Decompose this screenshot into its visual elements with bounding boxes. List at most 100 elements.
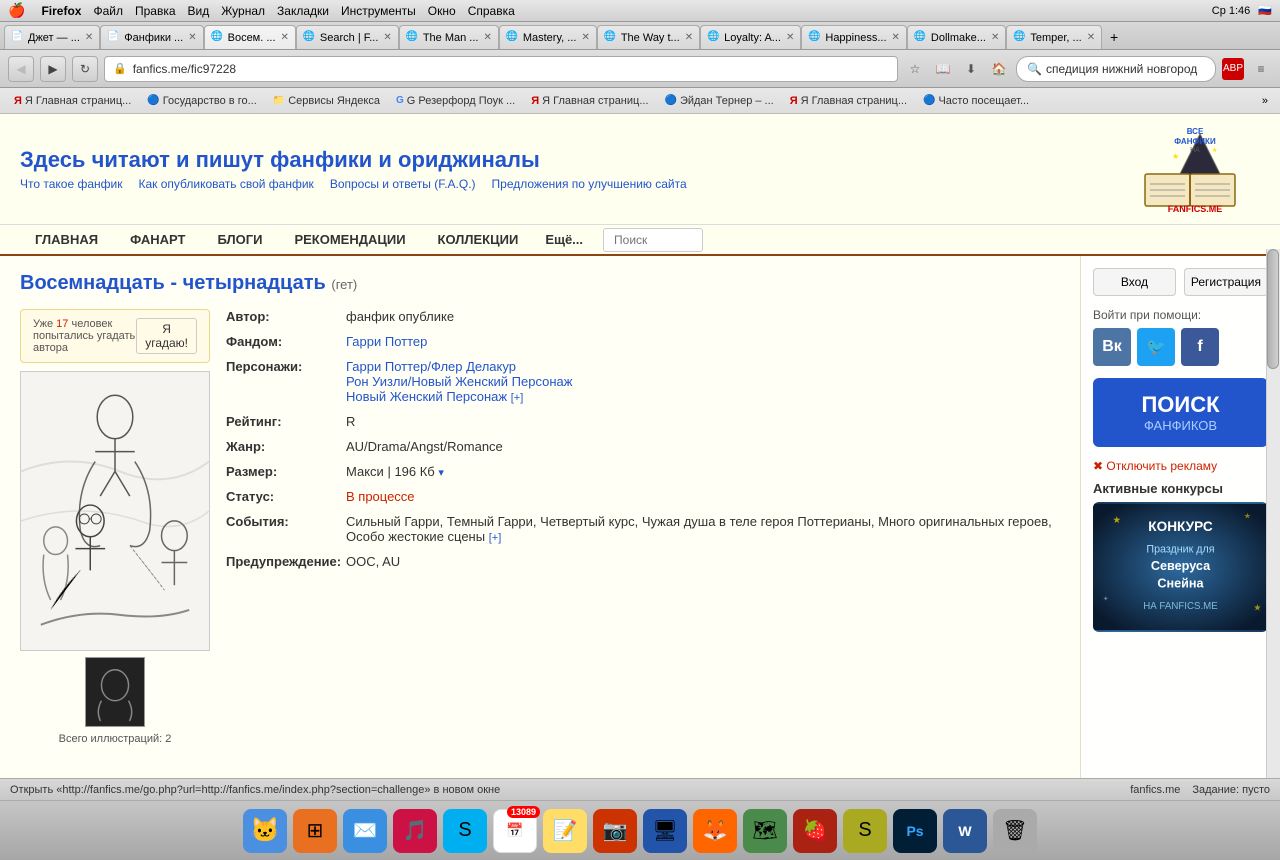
nav-recs[interactable]: РЕКОМЕНДАЦИИ (279, 225, 420, 254)
dock-maps[interactable]: 🗺 (743, 809, 787, 853)
site-search-input[interactable] (603, 228, 703, 252)
tab-7[interactable]: 🌐 The Way t... ✕ (597, 25, 700, 49)
twitter-login-button[interactable]: 🐦 (1137, 328, 1175, 366)
bookmark-2[interactable]: 🔵 Государство в го... (141, 91, 262, 111)
dock-unknown2[interactable]: S (843, 809, 887, 853)
chars-expand-button[interactable]: [+] (511, 392, 524, 404)
menu-tools[interactable]: Инструменты (341, 4, 416, 18)
register-button[interactable]: Регистрация (1184, 268, 1268, 296)
dock-trash[interactable]: 🗑 (993, 809, 1037, 853)
reader-mode-icon[interactable]: 📖 (932, 58, 954, 80)
apple-menu[interactable]: 🍎 (8, 2, 25, 19)
nav-main[interactable]: ГЛАВНАЯ (20, 225, 113, 254)
dock-calendar[interactable]: 📅 13089 (493, 809, 537, 853)
char-link-3[interactable]: Новый Женский Персонаж (346, 389, 507, 404)
tab-5[interactable]: 🌐 The Man ... ✕ (399, 25, 499, 49)
scroll-thumb[interactable] (1267, 249, 1279, 369)
menu-view[interactable]: Вид (188, 4, 210, 18)
tab-close-10[interactable]: ✕ (991, 32, 999, 43)
disable-ads-link[interactable]: ✖ Отключить рекламу (1093, 459, 1268, 473)
tab-close-1[interactable]: ✕ (85, 32, 93, 43)
tab-close-6[interactable]: ✕ (581, 32, 589, 43)
bookmark-7[interactable]: Я Я Главная страниц... (784, 91, 913, 111)
nav-fanart[interactable]: ФАНАРТ (115, 225, 200, 254)
events-expand-button[interactable]: [+] (489, 532, 502, 544)
dock-filezilla[interactable]: 🖥 (643, 809, 687, 853)
reload-button[interactable]: ↻ (72, 56, 98, 82)
bookmark-6[interactable]: 🔵 Эйдан Тернер – ... (659, 91, 780, 111)
site-link-what[interactable]: Что такое фанфик (20, 177, 122, 191)
dock-unknown1[interactable]: 🍓 (793, 809, 837, 853)
bookmark-star-icon[interactable]: ☆ (904, 58, 926, 80)
bookmark-1[interactable]: Я Я Главная страниц... (8, 91, 137, 111)
tab-2[interactable]: 📄 Фанфики ... ✕ (100, 25, 203, 49)
site-link-faq[interactable]: Вопросы и ответы (F.A.Q.) (330, 177, 476, 191)
url-bar[interactable]: 🔒 fanfics.me/fic97228 (104, 56, 898, 82)
back-button[interactable]: ◀ (8, 56, 34, 82)
nav-collections[interactable]: КОЛЛЕКЦИИ (423, 225, 534, 254)
tab-9[interactable]: 🌐 Happiness... ✕ (801, 25, 907, 49)
tab-close-11[interactable]: ✕ (1087, 32, 1095, 43)
tab-close-3[interactable]: ✕ (281, 32, 289, 43)
char-link-1[interactable]: Гарри Поттер/Флер Делакур (346, 359, 516, 374)
home-button[interactable]: 🏠 (988, 58, 1010, 80)
dock-mail[interactable]: ✉️ (343, 809, 387, 853)
dock-skype[interactable]: S (443, 809, 487, 853)
tab-close-7[interactable]: ✕ (685, 32, 693, 43)
menu-help[interactable]: Справка (468, 4, 515, 18)
contest-banner[interactable]: ★ ★ ✦ ★ КОНКУРС Праздник для Северуса Сн… (1093, 502, 1268, 632)
char-link-2[interactable]: Рон Уизли/Новый Женский Персонаж (346, 374, 572, 389)
menu-history[interactable]: Журнал (221, 4, 265, 18)
tab-6[interactable]: 🌐 Mastery, ... ✕ (499, 25, 597, 49)
tab-4[interactable]: 🌐 Search | F... ✕ (296, 25, 399, 49)
tab-11[interactable]: 🌐 Temper, ... ✕ (1006, 25, 1102, 49)
tab-close-4[interactable]: ✕ (383, 32, 391, 43)
author-value: фанфик опублике (346, 309, 1060, 324)
bookmark-5[interactable]: Я Я Главная страниц... (525, 91, 654, 111)
dock-itunes[interactable]: 🎵 (393, 809, 437, 853)
nav-blogs[interactable]: БЛОГИ (202, 225, 277, 254)
menu-icon[interactable]: ≡ (1250, 58, 1272, 80)
size-expand-button[interactable]: ▾ (438, 467, 444, 479)
tab-close-8[interactable]: ✕ (786, 32, 794, 43)
search-bar[interactable]: 🔍 спедиция нижний новгород (1016, 56, 1216, 82)
bookmark-8[interactable]: 🔵 Часто посещает... (917, 91, 1035, 111)
dock-firefox[interactable]: 🦊 (693, 809, 737, 853)
download-icon[interactable]: ⬇ (960, 58, 982, 80)
tab-1[interactable]: 📄 Джет — ... ✕ (4, 25, 100, 49)
nav-more[interactable]: Ещё... (535, 226, 593, 253)
bookmark-4[interactable]: G G Резерфорд Поук ... (390, 91, 521, 111)
forward-button[interactable]: ▶ (40, 56, 66, 82)
dock-word[interactable]: W (943, 809, 987, 853)
dock-iphoto[interactable]: 📷 (593, 809, 637, 853)
adblock-icon[interactable]: ABP (1222, 58, 1244, 80)
tab-close-9[interactable]: ✕ (892, 32, 900, 43)
bookmark-3[interactable]: 📁 Сервисы Яндекса (267, 91, 386, 111)
site-link-suggest[interactable]: Предложения по улучшению сайта (492, 177, 687, 191)
dock-launchpad[interactable]: ⊞ (293, 809, 337, 853)
login-button[interactable]: Вход (1093, 268, 1176, 296)
site-title[interactable]: Здесь читают и пишут фанфики и ориджинал… (20, 147, 687, 173)
guess-author-button[interactable]: Я угадаю! (136, 318, 197, 354)
dock-finder[interactable]: 🐱 (243, 809, 287, 853)
new-tab-button[interactable]: + (1102, 25, 1126, 49)
search-promo-banner[interactable]: ПОИСК ФАНФИКОВ (1093, 378, 1268, 447)
tab-3-active[interactable]: 🌐 Восем. ... ✕ (204, 25, 296, 49)
fandom-value[interactable]: Гарри Поттер (346, 334, 1060, 349)
site-link-publish[interactable]: Как опубликовать свой фанфик (138, 177, 313, 191)
vk-login-button[interactable]: Вк (1093, 328, 1131, 366)
facebook-login-button[interactable]: f (1181, 328, 1219, 366)
menu-firefox[interactable]: Firefox (41, 4, 81, 18)
dock-notes[interactable]: 📝 (543, 809, 587, 853)
menu-window[interactable]: Окно (428, 4, 456, 18)
tab-close-2[interactable]: ✕ (188, 32, 196, 43)
dock-photoshop[interactable]: Ps (893, 809, 937, 853)
menu-bookmarks[interactable]: Закладки (277, 4, 329, 18)
tab-10[interactable]: 🌐 Dollmake... ✕ (907, 25, 1006, 49)
story-thumbnail[interactable] (85, 657, 145, 727)
bookmarks-more[interactable]: » (1258, 95, 1272, 107)
tab-close-5[interactable]: ✕ (483, 32, 491, 43)
menu-edit[interactable]: Правка (135, 4, 176, 18)
tab-8[interactable]: 🌐 Loyalty: A... ✕ (700, 25, 801, 49)
menu-file[interactable]: Файл (93, 4, 123, 18)
